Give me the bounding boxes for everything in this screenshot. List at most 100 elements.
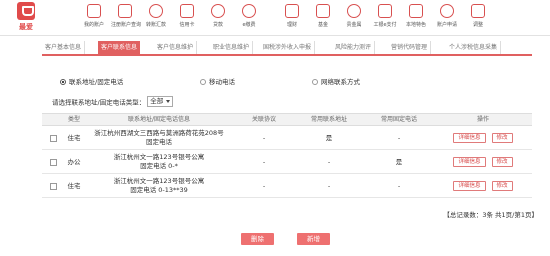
nav-label: 理财 <box>286 22 297 28</box>
radio-address-phone[interactable]: 联系地址/固定电话 <box>60 76 123 86</box>
brand-label: 最爱 <box>19 23 33 31</box>
tab-contact-info[interactable]: 客户联系信息 <box>98 41 141 54</box>
tab-basic-info[interactable]: 客户基本信息 <box>42 41 86 54</box>
nav-item-adjust[interactable]: 调整 <box>464 0 492 36</box>
row-agreement: - <box>262 157 266 166</box>
edit-button[interactable]: 修改 <box>491 181 513 191</box>
nav-label: 账户申请 <box>436 22 457 28</box>
header-checkbox-col <box>42 114 64 126</box>
radio-unchecked-icon <box>200 79 206 85</box>
radio-checked-icon <box>60 79 66 85</box>
customer-tabs: 客户基本信息 客户联系信息 客户信息维护 职业信息维护 国税涉外收入申报 风险能… <box>42 41 532 56</box>
detail-button[interactable]: 详细信息 <box>453 133 486 143</box>
header-type: 类型 <box>67 116 80 123</box>
nav-label: 调整 <box>472 22 483 28</box>
table-row: 住宅 浙江杭州文一路123号银号公寓 固定电话 0-13**39 - - - 详细… <box>42 174 532 198</box>
nav-label: 注册账户查询 <box>111 22 142 28</box>
nav-label: 贵金属 <box>346 22 362 28</box>
type-filter-label: 请选择联系地址/固定电话类型： <box>52 98 146 107</box>
row-actions: 详细信息 修改 <box>434 174 532 198</box>
row-agreement: - <box>262 181 266 190</box>
row-info: 浙江杭州文一路123号银号公寓 固定电话 0-13**39 <box>84 174 234 198</box>
radio-mobile[interactable]: 移动电话 <box>200 76 235 86</box>
adjust-icon <box>471 4 485 18</box>
header-agreement: 关联协议 <box>251 116 276 123</box>
row-checkbox[interactable] <box>49 182 57 190</box>
edit-button[interactable]: 修改 <box>491 133 513 143</box>
header-common-address: 常用联系地址 <box>310 116 347 123</box>
row-agreement: - <box>262 133 266 142</box>
nav-item-transfer[interactable]: 转账汇款 <box>142 0 170 36</box>
row-info-address: 浙江杭州文一路123号银号公寓 <box>113 153 205 161</box>
nav-item-local-feature[interactable]: 本地特色 <box>402 0 430 36</box>
row-info-phone: 固定电话 0-13**39 <box>130 186 188 194</box>
nav-label: 本地特色 <box>405 22 426 28</box>
nav-item-fund[interactable]: 基金 <box>309 0 337 36</box>
radio-online-contact[interactable]: 网络联系方式 <box>312 76 360 86</box>
row-common-phone: - <box>397 181 401 190</box>
row-checkbox-cell <box>42 126 64 150</box>
row-type: 住宅 <box>67 181 81 190</box>
nav-item-credit-card[interactable]: 信用卡 <box>173 0 201 36</box>
type-filter: 请选择联系地址/固定电话类型： 全部 <box>52 96 174 108</box>
header-common-phone: 常用固定电话 <box>380 116 417 123</box>
detail-button[interactable]: 详细信息 <box>453 157 486 167</box>
radio-label: 网络联系方式 <box>321 78 360 86</box>
row-checkbox-cell <box>42 174 64 198</box>
epay-icon <box>378 4 392 18</box>
nav-label: 信用卡 <box>179 22 195 28</box>
delete-button[interactable]: 删除 <box>241 233 274 245</box>
row-common-address: - <box>327 157 331 166</box>
nav-label: 基金 <box>317 22 328 28</box>
radio-unchecked-icon <box>312 79 318 85</box>
radio-label: 联系地址/固定电话 <box>69 78 124 86</box>
row-info-address: 浙江杭州文一路123号银号公寓 <box>113 177 205 185</box>
row-actions: 详细信息 修改 <box>434 126 532 150</box>
row-common-address: - <box>327 181 331 190</box>
tab-info-maintenance[interactable]: 客户信息维护 <box>154 41 198 54</box>
row-checkbox[interactable] <box>49 134 57 142</box>
account-apply-icon <box>440 4 454 18</box>
row-checkbox[interactable] <box>49 158 57 166</box>
type-select[interactable]: 全部 <box>147 96 174 107</box>
type-select-value: 全部 <box>150 97 164 105</box>
tab-marketing-code[interactable]: 营销代码管理 <box>388 41 432 54</box>
nav-item-finance[interactable]: 理财 <box>278 0 306 36</box>
local-feature-icon <box>409 4 423 18</box>
row-actions: 详细信息 修改 <box>434 150 532 174</box>
chevron-down-icon <box>166 100 171 103</box>
row-checkbox-cell <box>42 150 64 174</box>
brand-logo[interactable]: 最爱 <box>6 0 46 36</box>
tab-risk-assessment[interactable]: 风险能力测评 <box>332 41 376 54</box>
tab-occupation-maintenance[interactable]: 职业信息维护 <box>210 41 254 54</box>
nav-item-precious-metal[interactable]: 贵金属 <box>340 0 368 36</box>
detail-button[interactable]: 详细信息 <box>453 181 486 191</box>
tab-tax-declaration[interactable]: 国税涉外收入申报 <box>260 41 316 54</box>
nav-item-epay[interactable]: 工银e支付 <box>371 0 399 36</box>
add-button[interactable]: 新增 <box>297 233 330 245</box>
row-info: 浙江杭州西湖文三西路与莫洲路荷花苑208号 固定电话 <box>84 126 234 150</box>
nav-label: 转账汇款 <box>145 22 166 28</box>
register-query-icon <box>118 4 132 18</box>
nav-item-loan[interactable]: 贷款 <box>204 0 232 36</box>
nav-item-account-apply[interactable]: 账户申请 <box>433 0 461 36</box>
nav-label: 贷款 <box>212 22 223 28</box>
nav-item-register-query[interactable]: 注册账户查询 <box>111 0 142 36</box>
nav-label: 工银e支付 <box>373 22 397 28</box>
top-navigation-bar: 最爱 我的账户 注册账户查询 转账汇款 信用卡 贷款 e缴费 理财 基金 贵金属… <box>0 0 550 36</box>
account-icon <box>87 4 101 18</box>
nav-item-payment[interactable]: e缴费 <box>235 0 263 36</box>
payment-icon <box>242 4 256 18</box>
nav-label: e缴费 <box>242 22 256 28</box>
edit-button[interactable]: 修改 <box>491 157 513 167</box>
loan-icon <box>211 4 225 18</box>
row-info-phone: 固定电话 0-* <box>140 162 178 170</box>
row-info-phone: 固定电话 <box>146 138 172 146</box>
fund-icon <box>316 4 330 18</box>
row-info: 浙江杭州文一路123号银号公寓 固定电话 0-* <box>84 150 234 174</box>
nav-item-account[interactable]: 我的账户 <box>80 0 108 36</box>
record-summary: 【总记录数：3条 共1页/第1页】 <box>443 211 538 219</box>
header-info: 联系地址/固定电话信息 <box>127 116 191 123</box>
tab-tax-info-collection[interactable]: 个人涉税信息采集 <box>446 41 502 54</box>
radio-label: 移动电话 <box>209 78 235 86</box>
